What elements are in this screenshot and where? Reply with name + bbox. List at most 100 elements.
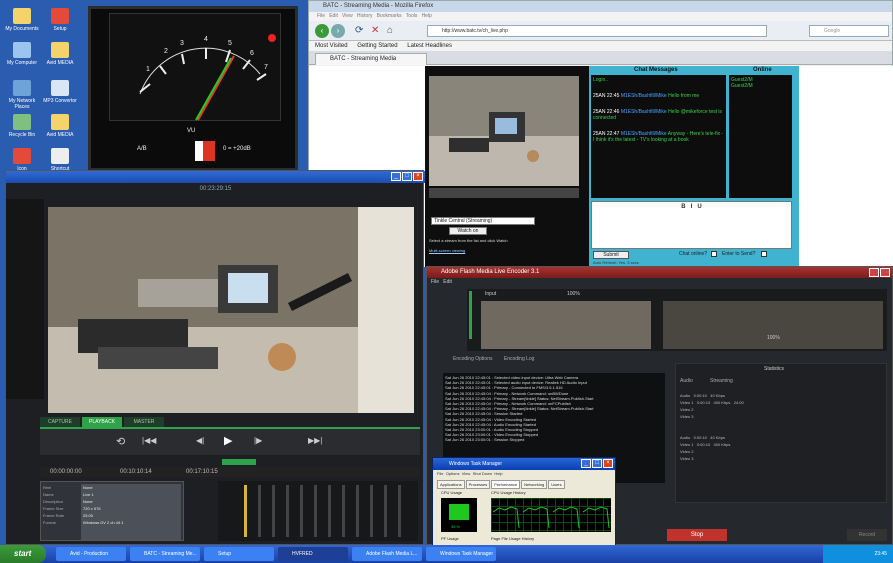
bookmark-most-visited[interactable]: Most Visited [315,43,348,49]
multi-screen-link[interactable]: Multi-screen viewing [429,248,465,253]
taskbar-button[interactable]: HVFRED [278,547,348,561]
menu-edit[interactable]: Edit [443,279,452,285]
play-icon[interactable]: ▶ [224,434,232,447]
cpu-history-lines [492,506,610,529]
maximize-icon[interactable]: □ [592,459,602,468]
desktop-icon-my-computer[interactable]: My Computer [2,42,42,66]
vu-scale-label: 4 [204,36,208,43]
minimize-icon[interactable] [869,268,879,277]
menu-file[interactable]: File [437,471,443,476]
underline-button[interactable]: U [697,204,701,210]
home-icon[interactable]: ⌂ [387,25,393,36]
audio-meter-bar [286,485,289,537]
cpu-usage-label: CPU Usage [441,490,463,495]
loop-icon[interactable]: ⟲ [116,435,125,448]
chat-online-checkbox[interactable] [711,251,717,257]
record-button[interactable]: Record [847,529,887,541]
step-forward-icon[interactable]: |▶ [254,436,262,445]
tab-processes[interactable]: Processes [465,480,491,489]
taskbar-button[interactable]: Windows Task Manager [426,547,496,561]
back-icon[interactable]: ‹ [315,24,329,38]
chat-message: 25AN 22:47 M1ESh/Bashfill/Mike Anyway - … [593,131,724,143]
desktop-icon-avid-media[interactable]: Avid MEDIA [40,42,80,66]
bookmark-getting-started[interactable]: Getting Started [357,43,397,49]
submit-button[interactable]: Submit [593,251,629,259]
bold-button[interactable]: B [681,204,685,210]
tab-users[interactable]: Users [548,480,565,489]
desktop-icon-mp3[interactable]: MP3 Convertor [40,80,80,104]
audio-level-bar [469,291,472,339]
chat-compose-box[interactable]: B I U [591,201,792,249]
taskbar-button[interactable]: Avid - Production [56,547,126,561]
reload-icon[interactable]: ⟳ [355,25,363,36]
tab-performance[interactable]: Performance [491,480,521,489]
tab-networking[interactable]: Networking [521,480,548,489]
stop-button[interactable]: Stop [667,529,727,541]
desktop-icon-setup[interactable]: Setup [40,8,80,32]
desktop-icon-doc[interactable]: Shortcut [40,148,80,172]
maximize-icon[interactable]: □ [402,172,412,181]
zoom-left[interactable]: 100% [567,291,580,297]
menu-options[interactable]: Options [446,471,460,476]
tab-applications[interactable]: Applications [437,480,465,489]
taskbar-button[interactable]: Setup [204,547,274,561]
tab-capture[interactable]: CAPTURE [40,417,80,427]
player-controls[interactable] [429,188,579,198]
taskbar-button[interactable]: Adobe Flash Media L... [352,547,422,561]
stats-tab-audio[interactable]: Audio [680,378,693,384]
input-label: Input [485,291,497,297]
stream-player[interactable] [429,76,579,186]
close-icon[interactable]: × [603,459,613,468]
stream-select[interactable]: Tinkle Central (Streaming) [431,217,535,225]
start-button[interactable]: start [0,545,46,563]
video-preview [48,207,414,413]
stats-tab-streaming[interactable]: Streaming [710,378,733,384]
desktop-icon-my-documents[interactable]: My Documents [2,8,42,32]
enter-to-send-checkbox[interactable] [761,251,767,257]
skip-back-icon[interactable]: |◀◀ [142,436,156,445]
tab-encoding-options[interactable]: Encoding Options [453,356,492,362]
skip-forward-icon[interactable]: ▶▶| [308,436,322,445]
desktop-icon-shortcut[interactable]: Icon [2,148,42,172]
desktop-icon-avid-media-2[interactable]: Avid MEDIA [40,114,80,138]
url-bar[interactable]: http://www.batc.tv/ch_live.php [427,25,767,37]
chat-message: 25AN 22:45 M1ESh/Bashfill/Mike Hello fro… [593,93,724,99]
desktop-icon-recycle-bin[interactable]: Recycle Bin [2,114,42,138]
info-label: Format [43,520,56,525]
vu-needle-red [197,55,235,121]
audio-meter-bar [356,485,359,537]
close-icon[interactable] [880,268,890,277]
desktop-icon-network[interactable]: My Network Places [2,80,42,110]
step-back-icon[interactable]: ◀| [196,436,204,445]
vu-scale-label: 7 [264,64,268,71]
minimize-icon[interactable]: _ [581,459,591,468]
stop-icon[interactable]: ✕ [371,25,379,36]
zoom-right[interactable]: 100% [767,335,780,341]
cpu-history-graph [491,498,611,532]
info-value: None [83,485,93,490]
cpu-usage-graph: 38 % [441,498,477,532]
watch-button[interactable]: Watch on [449,227,487,235]
tab-batc[interactable]: BATC - Streaming Media [315,53,427,65]
italic-button[interactable]: I [691,204,693,210]
timeline-bar[interactable]: 00:00:00:00 00:10:10:14 00:17:10:15 [40,467,420,477]
audio-meter-bar [314,485,317,537]
menu-help[interactable]: Help [494,471,502,476]
chat-message-user: M1ESh/Bashfill/Mike [620,109,669,115]
tab-playback[interactable]: PLAYBACK [82,417,122,427]
minimize-icon[interactable]: _ [391,172,401,181]
desktop-icon-label: Avid MEDIA [46,60,74,66]
cpu-usage-bar [449,504,469,520]
menu-shutdown[interactable]: Shut Down [473,471,493,476]
tab-encoding-log[interactable]: Encoding Log [504,356,535,362]
search-input[interactable]: Google [809,25,889,37]
audio-meter-bar [384,485,387,537]
forward-icon[interactable]: › [331,24,345,38]
menu-file[interactable]: File [431,279,439,285]
log-tabs: Encoding Options Encoding Log [443,353,665,365]
bookmark-latest-headlines[interactable]: Latest Headlines [407,43,452,49]
menu-view[interactable]: View [462,471,471,476]
tab-master[interactable]: MASTER [124,417,164,427]
close-icon[interactable]: × [413,172,423,181]
taskbar-button[interactable]: BATC - Streaming Me... [130,547,200,561]
